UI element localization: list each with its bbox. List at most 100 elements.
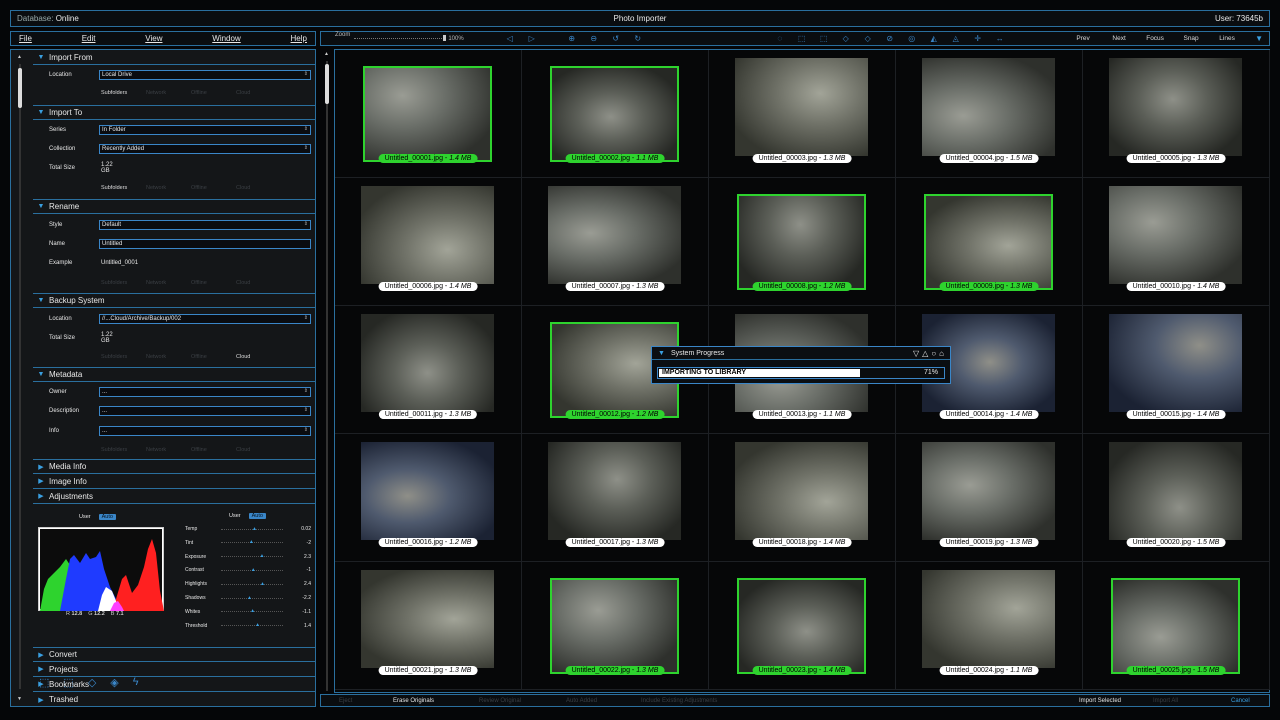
photo-cell[interactable]: Untitled_00002.jpg - 1.1 MB [522,50,709,178]
auto-toggle[interactable]: Auto [98,514,116,520]
photo-cell[interactable]: Untitled_00009.jpg - 1.3 MB [896,178,1083,306]
option-subfolders[interactable]: Subfolders [101,185,146,191]
zoom-slider-handle[interactable] [443,35,447,41]
toolbar-collapse-icon[interactable]: ▼ [1255,34,1263,43]
close-icon[interactable]: ○ [931,349,936,358]
import-all-button[interactable]: Import All [1153,698,1178,704]
zoom-in-icon[interactable]: ⊕ [566,34,578,43]
photo-thumbnail[interactable] [1109,58,1242,156]
photo-thumbnail[interactable] [735,442,868,540]
menu-window[interactable]: Window [212,34,240,43]
redo-icon[interactable]: ↻ [632,34,644,43]
photo-cell[interactable]: Untitled_00015.jpg - 1.4 MB [1083,306,1270,434]
cancel-button[interactable]: Cancel [1231,698,1250,704]
back-icon[interactable]: ◁ [504,34,516,43]
prev-button[interactable]: Prev [1065,35,1101,42]
rename-header[interactable]: ▼ Rename [33,199,315,214]
media-info-header[interactable]: ▶ Media Info [33,459,315,474]
photo-thumbnail[interactable] [550,66,679,162]
option-cloud[interactable]: Cloud [236,354,281,360]
owner-select[interactable]: ... ⇕ [99,387,311,397]
slider-handle-icon[interactable]: ▲ [247,595,252,601]
eject-button[interactable]: Eject [339,698,352,704]
option-offline[interactable]: Offline [191,447,236,453]
photo-thumbnail[interactable] [361,186,494,284]
info-select[interactable]: ... ⇕ [99,426,311,436]
adjustment-slider[interactable]: ▲ [221,622,283,628]
slider-handle-icon[interactable]: ▲ [259,553,264,559]
adjustment-slider[interactable]: ▲ [221,526,283,532]
description-select[interactable]: ... ⇕ [99,406,311,416]
photo-thumbnail[interactable] [550,578,679,674]
style-select[interactable]: Default ⇕ [99,220,311,230]
adjustments-header[interactable]: ▶ Adjustments [33,489,315,504]
erase-originals-button[interactable]: Erase Originals [393,698,434,704]
photo-thumbnail[interactable] [363,66,492,162]
rotate-icon[interactable]: ◇ [840,34,852,43]
user-toggle[interactable]: User [229,513,241,519]
slider-handle-icon[interactable]: ▲ [250,608,255,614]
minimize-icon[interactable]: ▽ [913,349,919,358]
photo-thumbnail[interactable] [361,570,494,668]
option-subfolders[interactable]: Subfolders [101,280,146,286]
photo-thumbnail[interactable] [361,314,494,412]
flip-icon[interactable]: ◇ [862,34,874,43]
scroll-down-icon[interactable]: ▼ [17,696,22,702]
scroll-up-icon[interactable]: ▲ [324,51,329,57]
option-network[interactable]: Network [146,447,191,453]
zoom-control[interactable]: Zoom 100% [335,32,464,42]
auto-added-button[interactable]: Auto Added [566,698,597,704]
undo-icon[interactable]: ↺ [610,34,622,43]
photo-thumbnail[interactable] [924,194,1053,290]
photo-cell[interactable]: Untitled_00024.jpg - 1.1 MB [896,562,1083,690]
zoom-slider[interactable] [354,35,447,41]
option-subfolders[interactable]: Subfolders [101,447,146,453]
photo-cell[interactable]: Untitled_00003.jpg - 1.3 MB [709,50,896,178]
photo-cell[interactable]: Untitled_00018.jpg - 1.4 MB [709,434,896,562]
option-cloud[interactable]: Cloud [236,447,281,453]
option-offline[interactable]: Offline [191,280,236,286]
dialog-header[interactable]: ▼ System Progress ▽ △ ○ ⌂ [652,347,950,360]
adjustment-slider[interactable]: ▲ [221,608,283,614]
photo-cell[interactable]: Untitled_00006.jpg - 1.4 MB [335,178,522,306]
photo-cell[interactable]: Untitled_00011.jpg - 1.3 MB [335,306,522,434]
photo-cell[interactable]: Untitled_00004.jpg - 1.5 MB [896,50,1083,178]
option-subfolders[interactable]: Subfolders [101,90,146,96]
photo-thumbnail[interactable] [548,186,681,284]
photo-thumbnail[interactable] [922,570,1055,668]
brush-icon[interactable]: ◎ [906,34,918,43]
photo-thumbnail[interactable] [361,442,494,540]
scroll-track[interactable] [19,64,21,689]
option-offline[interactable]: Offline [191,354,236,360]
erase-icon[interactable]: ⊘ [884,34,896,43]
option-network[interactable]: Network [146,185,191,191]
scroll-up-icon[interactable]: ▲ [17,54,22,60]
maximize-icon[interactable]: △ [922,349,928,358]
option-cloud[interactable]: Cloud [236,90,281,96]
option-network[interactable]: Network [146,90,191,96]
collapse-arrow-icon[interactable]: ▼ [658,350,665,357]
photo-cell[interactable]: Untitled_00008.jpg - 1.2 MB [709,178,896,306]
metadata-header[interactable]: ▼ Metadata [33,367,315,382]
option-network[interactable]: Network [146,280,191,286]
series-select[interactable]: In Folder ⇕ [99,125,311,135]
photo-cell[interactable]: Untitled_00025.jpg - 1.5 MB [1083,562,1270,690]
select-icon[interactable]: ◌ [774,34,786,43]
backup-location-select[interactable]: //...Cloud/Archive/Backup/002 ⇕ [99,314,311,324]
move-icon[interactable]: ✛ [972,34,984,43]
option-subfolders[interactable]: Subfolders [101,354,146,360]
menu-help[interactable]: Help [291,34,307,43]
review-original-button[interactable]: Review Original [479,698,521,704]
snap-button[interactable]: Snap [1173,35,1209,42]
option-network[interactable]: Network [146,354,191,360]
option-offline[interactable]: Offline [191,185,236,191]
slider-handle-icon[interactable]: ▲ [260,581,265,587]
projects-header[interactable]: ▶ Projects [33,662,315,677]
photo-cell[interactable]: Untitled_00023.jpg - 1.4 MB [709,562,896,690]
bookmarks-header[interactable]: ▶ Bookmarks [33,677,315,692]
trashed-header[interactable]: ▶ Trashed [33,692,315,706]
forward-icon[interactable]: ▷ [526,34,538,43]
image-info-header[interactable]: ▶ Image Info [33,474,315,489]
lines-button[interactable]: Lines [1209,35,1245,42]
adjustment-slider[interactable]: ▲ [221,539,283,545]
